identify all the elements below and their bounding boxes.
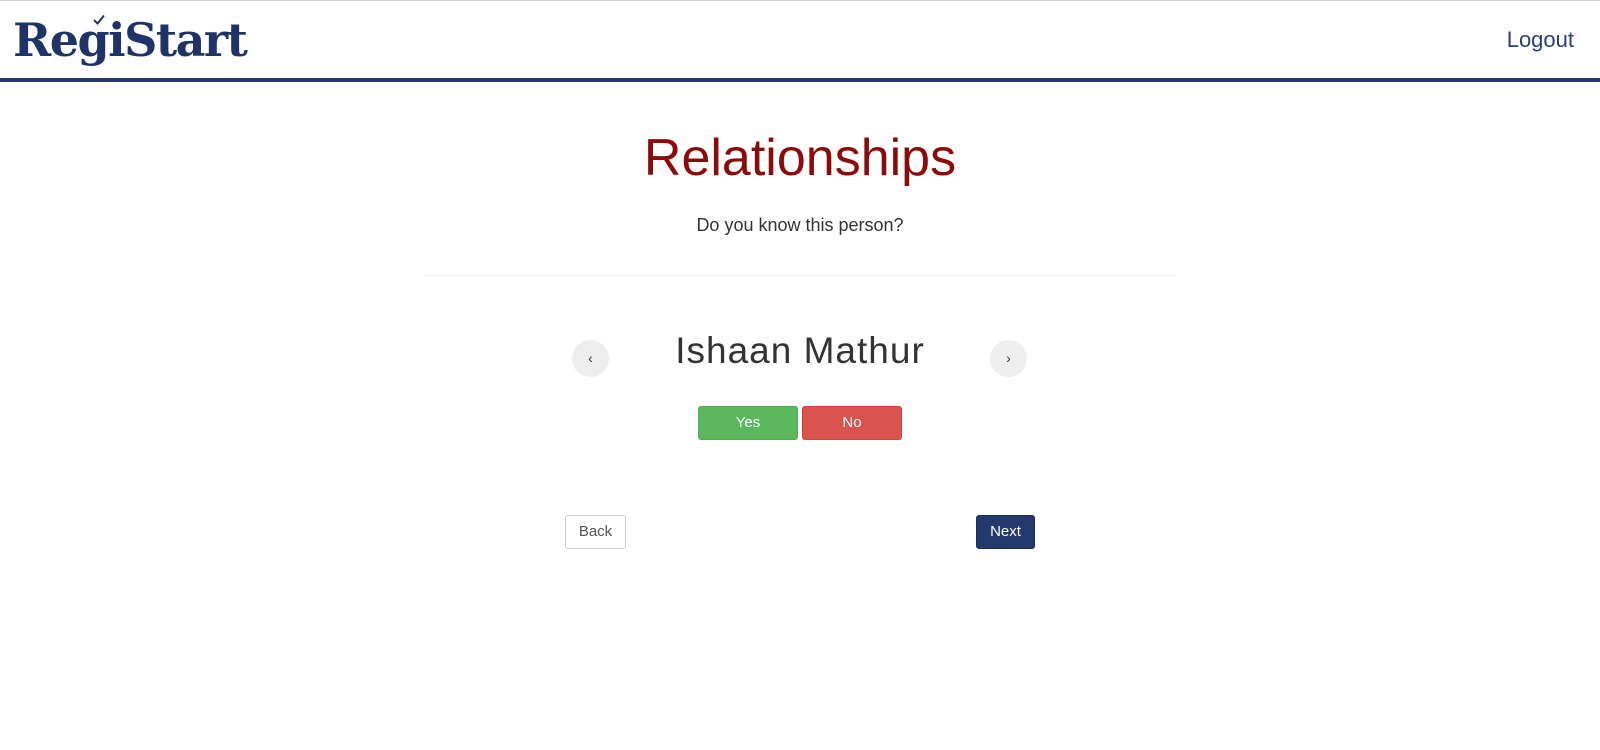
next-button[interactable]: Next (976, 515, 1035, 549)
person-name: Ishaan Mathur (675, 330, 925, 371)
logo-text: RegiStart (13, 13, 248, 67)
checkmark-icon (93, 14, 105, 25)
section-divider (424, 275, 1176, 276)
top-navbar: RegiStart Logout (0, 0, 1600, 78)
page-title: Relationships (643, 129, 957, 187)
chevron-right-icon: › (1006, 350, 1011, 366)
page-subtitle: Do you know this person? (696, 215, 904, 235)
header-divider (0, 78, 1600, 82)
registart-logo[interactable]: RegiStart (13, 9, 248, 71)
back-button[interactable]: Back (565, 515, 626, 549)
logout-link[interactable]: Logout (1507, 27, 1574, 53)
no-button[interactable]: No (802, 406, 902, 440)
next-person-button[interactable]: › (990, 340, 1027, 377)
yes-button[interactable]: Yes (698, 406, 798, 440)
